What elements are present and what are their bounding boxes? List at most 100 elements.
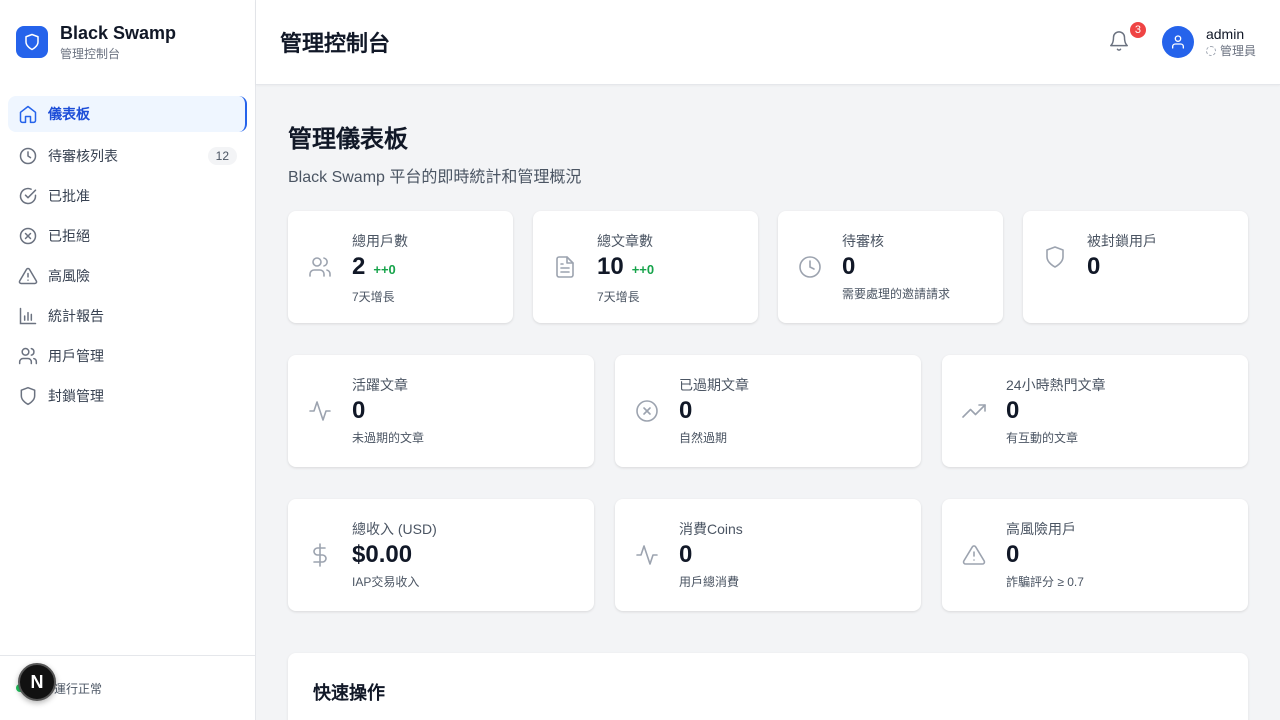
stat-card-expired-posts: 已過期文章 0 自然過期 <box>615 355 921 467</box>
shield-icon <box>1043 245 1067 269</box>
sidebar-nav: 儀表板 待審核列表 12 已批准 已拒絕 高風險 統計報告 用戶管理 封鎖管理 <box>0 84 255 414</box>
user-role-row: 管理員 <box>1205 43 1256 59</box>
stat-note: 未過期的文章 <box>352 431 425 445</box>
sidebar-item-pending[interactable]: 待審核列表 12 <box>8 138 247 174</box>
stat-value: 2 <box>352 253 366 280</box>
stat-card-total-users: 總用戶數 2 ++0 7天增長 <box>288 211 513 323</box>
sidebar: Black Swamp 管理控制台 儀表板 待審核列表 12 已批准 已拒絕 高… <box>0 0 256 720</box>
stat-value: 0 <box>679 397 693 424</box>
stat-card-coins-spent: 消費Coins 0 用戶總消費 <box>615 499 921 611</box>
clock-icon <box>798 255 822 279</box>
sidebar-item-label: 儀表板 <box>48 106 90 122</box>
stats-row-1: 總用戶數 2 ++0 7天增長 總文章數 10 ++0 7天增長 待審核 0 需要處… <box>288 211 1248 323</box>
user-role: 管理員 <box>1219 44 1256 58</box>
stat-value: 0 <box>1006 541 1020 568</box>
page-subtitle: Black Swamp 平台的即時統計和管理概況 <box>288 169 582 186</box>
user-icon <box>1171 35 1184 49</box>
stat-label: 被封鎖用戶 <box>1087 233 1157 249</box>
stat-label: 總文章數 <box>597 233 653 249</box>
loading-spinner-icon <box>1205 46 1216 56</box>
stats-row-3: 總收入 (USD) $0.00 IAP交易收入 消費Coins 0 用戶總消費 … <box>288 499 1248 611</box>
stat-note: 7天增長 <box>597 290 640 304</box>
quick-actions-title: 快速操作 <box>313 683 385 703</box>
stat-card-pending: 待審核 0 需要處理的邀請請求 <box>778 211 1003 323</box>
user-info[interactable]: admin 管理員 <box>1205 25 1256 59</box>
stat-value: 10 <box>597 253 624 280</box>
stat-card-high-risk-users: 高風險用戶 0 詐騙評分 ≥ 0.7 <box>942 499 1248 611</box>
stat-card-total-posts: 總文章數 10 ++0 7天增長 <box>533 211 758 323</box>
stats-row-2: 活躍文章 0 未過期的文章 已過期文章 0 自然過期 24小時熱門文章 0 有互… <box>288 355 1248 467</box>
x-circle-icon <box>635 399 659 423</box>
stat-label: 24小時熱門文章 <box>1006 377 1106 393</box>
stat-card-hot-posts: 24小時熱門文章 0 有互動的文章 <box>942 355 1248 467</box>
sidebar-item-high-risk[interactable]: 高風險 <box>8 258 247 294</box>
top-header: 管理控制台 3 admin 管理員 <box>256 0 1280 85</box>
sidebar-item-users[interactable]: 用戶管理 <box>8 338 247 374</box>
user-name: admin <box>1205 26 1245 42</box>
brand-logo-shield-icon <box>16 26 48 58</box>
sidebar-item-label: 已拒絕 <box>48 228 90 244</box>
stat-value: 0 <box>842 253 856 280</box>
activity-icon <box>635 543 659 567</box>
sidebar-item-dashboard[interactable]: 儀表板 <box>8 96 247 132</box>
stat-label: 待審核 <box>842 233 884 249</box>
stat-note: 7天增長 <box>352 290 395 304</box>
users-icon <box>308 255 332 279</box>
sidebar-item-reports[interactable]: 統計報告 <box>8 298 247 334</box>
stat-card-blocked-users: 被封鎖用戶 0 <box>1023 211 1248 323</box>
stat-label: 消費Coins <box>679 521 743 537</box>
stat-value: 0 <box>352 397 366 424</box>
notification-count-badge: 3 <box>1129 22 1146 38</box>
dev-tools-button[interactable]: N <box>18 663 56 701</box>
sidebar-item-rejected[interactable]: 已拒絕 <box>8 218 247 254</box>
main-content: 管理儀表板 Black Swamp 平台的即時統計和管理概況 總用戶數 2 ++0… <box>288 85 1248 611</box>
stat-card-revenue: 總收入 (USD) $0.00 IAP交易收入 <box>288 499 594 611</box>
stat-card-active-posts: 活躍文章 0 未過期的文章 <box>288 355 594 467</box>
bar-chart-icon <box>18 306 38 326</box>
brand-subtitle: 管理控制台 <box>60 47 121 61</box>
brand-name: Black Swamp <box>60 23 177 43</box>
dollar-icon <box>308 543 332 567</box>
stat-note: 詐騙評分 ≥ 0.7 <box>1006 575 1084 589</box>
stat-value: 0 <box>1006 397 1020 424</box>
stat-note: 有互動的文章 <box>1006 431 1079 445</box>
check-circle-icon <box>18 186 38 206</box>
sidebar-item-label: 封鎖管理 <box>48 388 104 404</box>
sidebar-item-label: 統計報告 <box>48 308 104 324</box>
activity-icon <box>308 399 332 423</box>
system-status-text: 運行正常 <box>54 681 103 696</box>
x-circle-icon <box>18 226 38 246</box>
sidebar-item-label: 待審核列表 <box>48 148 118 164</box>
header-title: 管理控制台 <box>280 31 391 56</box>
sidebar-item-label: 高風險 <box>48 268 90 284</box>
stat-value: 0 <box>1087 253 1101 280</box>
sidebar-item-approved[interactable]: 已批准 <box>8 178 247 214</box>
stat-delta: ++0 <box>631 262 655 277</box>
home-icon <box>18 104 38 124</box>
shield-icon <box>18 386 38 406</box>
stat-note: 需要處理的邀請請求 <box>842 287 951 301</box>
pending-count-badge: 12 <box>207 147 237 165</box>
clock-icon <box>18 146 38 166</box>
stat-label: 高風險用戶 <box>1006 521 1076 537</box>
stat-note: IAP交易收入 <box>352 575 420 589</box>
stat-label: 已過期文章 <box>679 377 749 393</box>
notifications-button[interactable]: 3 <box>1108 22 1146 54</box>
trending-up-icon <box>962 399 986 423</box>
stat-note: 用戶總消費 <box>679 575 740 589</box>
sidebar-item-blocks[interactable]: 封鎖管理 <box>8 378 247 414</box>
stat-label: 總用戶數 <box>352 233 408 249</box>
stat-value: $0.00 <box>352 541 413 568</box>
page-title: 管理儀表板 <box>288 126 408 153</box>
stat-delta: ++0 <box>373 262 396 277</box>
alert-triangle-icon <box>962 543 986 567</box>
file-text-icon <box>553 255 577 279</box>
stat-value: 0 <box>679 541 693 568</box>
bell-icon <box>1108 30 1132 52</box>
users-icon <box>18 346 38 366</box>
quick-actions-panel: 快速操作 <box>288 653 1248 720</box>
avatar[interactable] <box>1161 26 1194 58</box>
stat-label: 總收入 (USD) <box>352 521 437 537</box>
brand: Black Swamp 管理控制台 <box>0 0 255 84</box>
sidebar-item-label: 已批准 <box>48 188 90 204</box>
